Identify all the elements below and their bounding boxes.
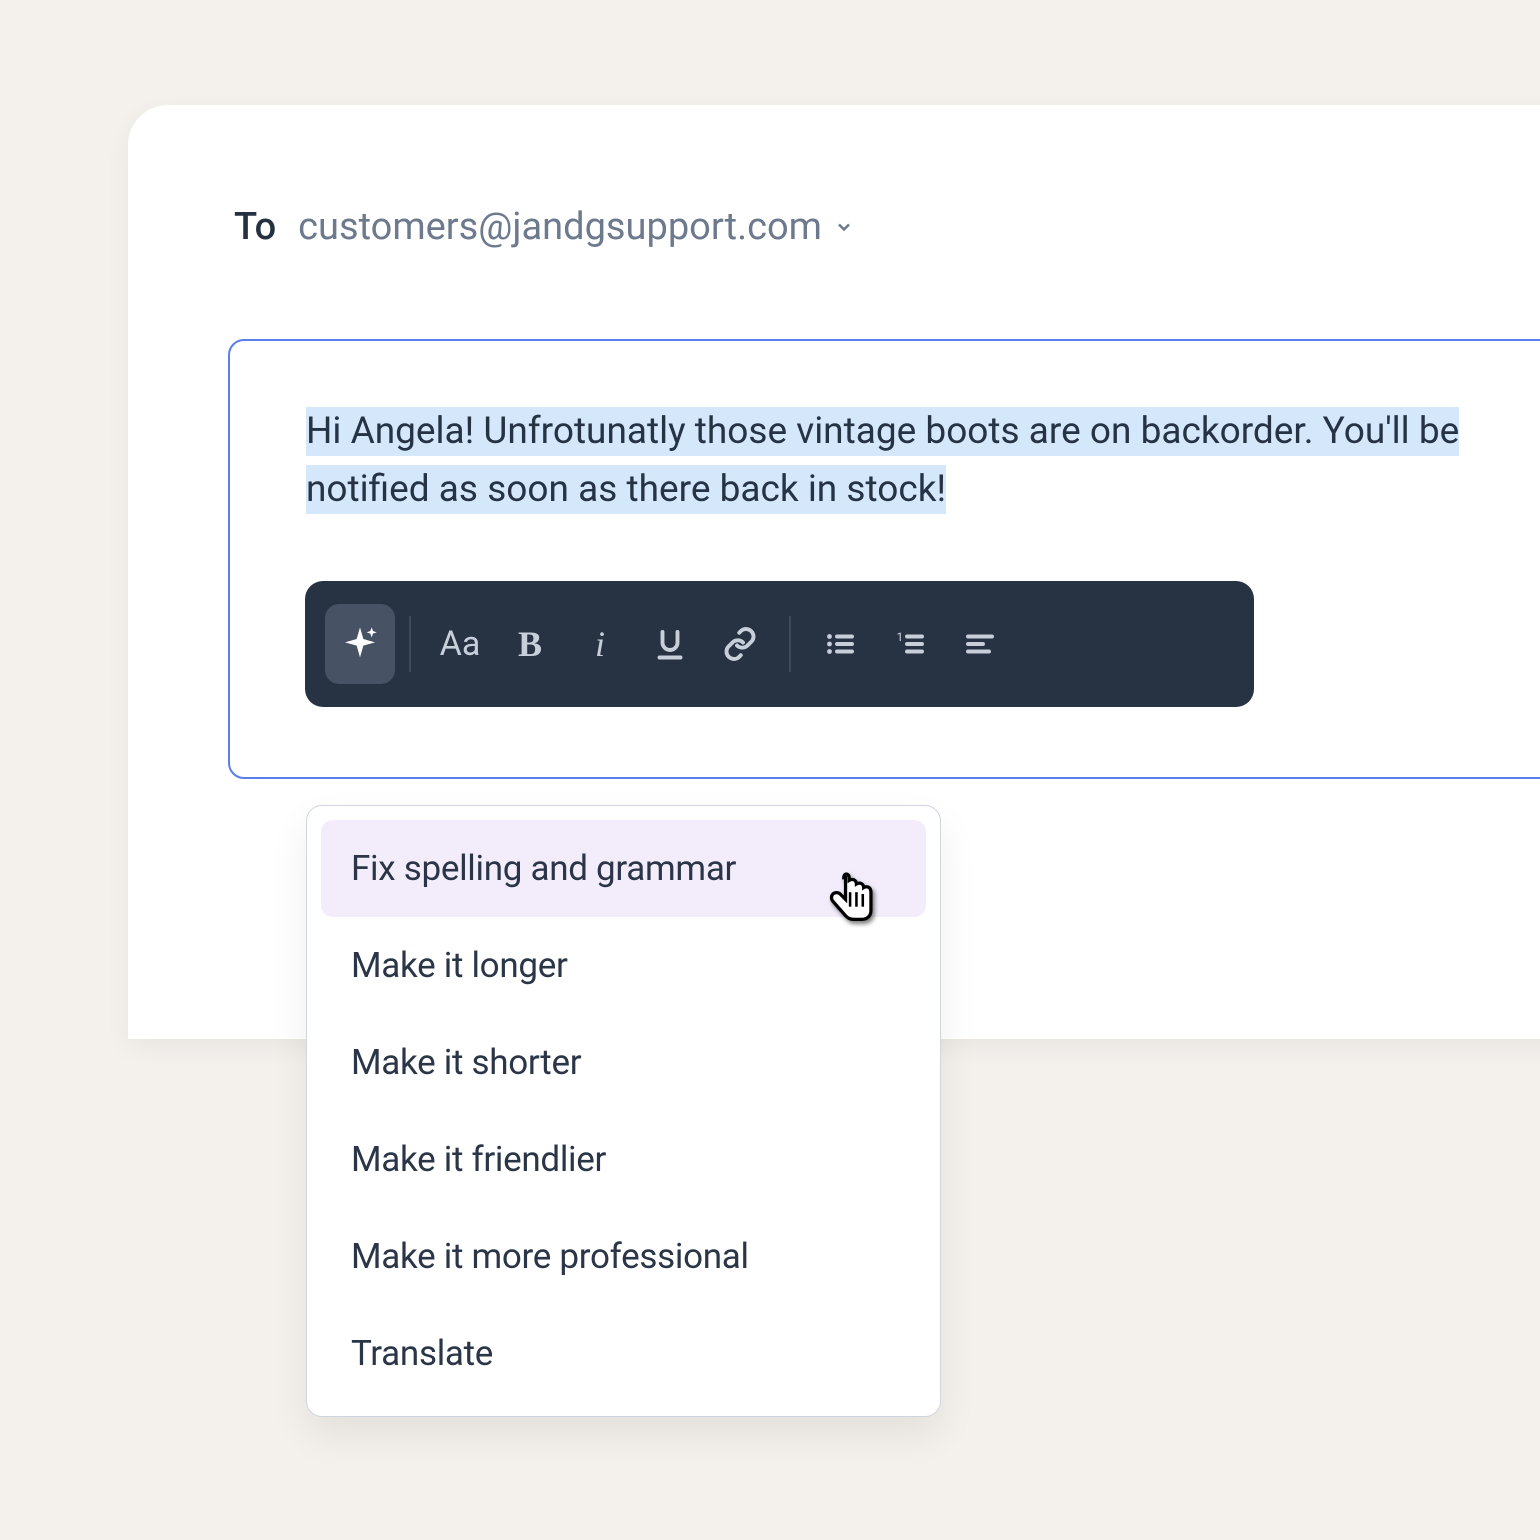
menu-item-make-longer[interactable]: Make it longer — [321, 917, 926, 1014]
chevron-down-icon — [834, 217, 854, 237]
formatting-toolbar: Aa B i — [305, 581, 1254, 707]
align-button[interactable] — [945, 604, 1015, 684]
italic-button[interactable]: i — [565, 604, 635, 684]
toolbar-divider — [409, 616, 411, 672]
menu-item-make-friendlier[interactable]: Make it friendlier — [321, 1111, 926, 1208]
toolbar-divider — [789, 616, 791, 672]
to-label: To — [234, 205, 276, 249]
selected-text: Hi Angela! Unfrotunatly those vintage bo… — [306, 407, 1459, 514]
pointer-cursor-icon — [822, 865, 880, 923]
font-style-button[interactable]: Aa — [425, 604, 495, 684]
menu-item-translate[interactable]: Translate — [321, 1305, 926, 1402]
underline-button[interactable] — [635, 604, 705, 684]
recipient-address-text: customers@jandgsupport.com — [298, 205, 822, 249]
bold-button[interactable]: B — [495, 604, 565, 684]
menu-item-make-shorter[interactable]: Make it shorter — [321, 1014, 926, 1111]
numbered-list-icon: 1 — [892, 626, 928, 662]
bulleted-list-button[interactable] — [805, 604, 875, 684]
recipient-row: To customers@jandgsupport.com — [128, 205, 1540, 249]
menu-item-make-professional[interactable]: Make it more professional — [321, 1208, 926, 1305]
compose-card: To customers@jandgsupport.com Hi Angela!… — [128, 105, 1540, 1039]
italic-glyph: i — [595, 623, 605, 665]
font-glyph: Aa — [440, 624, 481, 664]
underline-icon — [652, 626, 688, 662]
bulleted-list-icon — [822, 626, 858, 662]
align-left-icon — [962, 626, 998, 662]
recipient-address[interactable]: customers@jandgsupport.com — [298, 205, 854, 249]
numbered-list-button[interactable]: 1 — [875, 604, 945, 684]
svg-text:1: 1 — [897, 630, 904, 644]
message-editor[interactable]: Hi Angela! Unfrotunatly those vintage bo… — [228, 339, 1540, 779]
bold-glyph: B — [518, 623, 542, 665]
link-button[interactable] — [705, 604, 775, 684]
link-icon — [722, 626, 758, 662]
sparkle-icon — [340, 624, 380, 664]
ai-assist-button[interactable] — [325, 604, 395, 684]
